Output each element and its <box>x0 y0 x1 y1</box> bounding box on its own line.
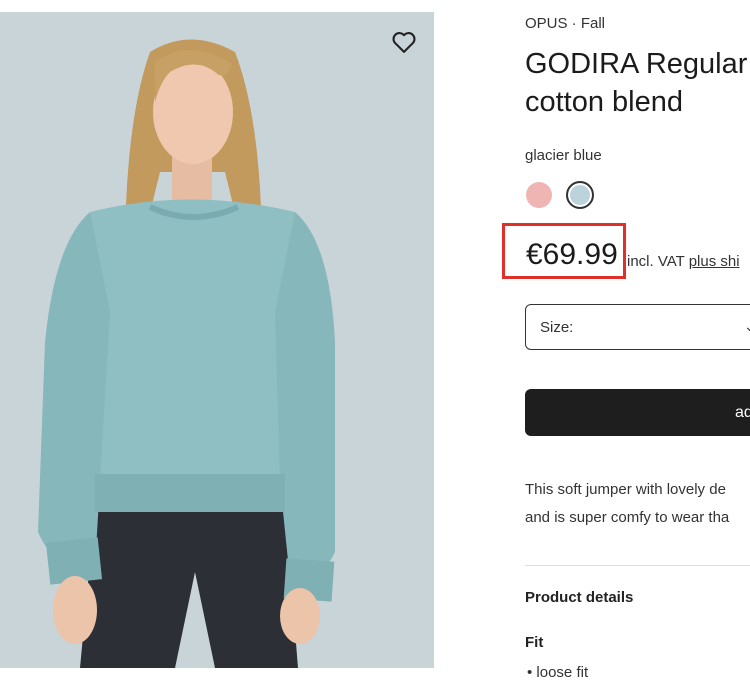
model-illustration <box>0 12 434 668</box>
product-title-line2: cotton blend <box>525 86 684 118</box>
shipping-link[interactable]: plus shi <box>689 253 740 270</box>
vat-note: incl. VAT plus shi <box>627 253 740 270</box>
add-to-cart-button[interactable]: ad <box>525 389 750 436</box>
color-swatch-glacier-blue[interactable] <box>566 181 594 209</box>
product-title-line1: GODIRA Regular <box>525 48 748 80</box>
selected-color-name: glacier blue <box>525 147 602 164</box>
size-dropdown[interactable]: Size: ⌄ <box>525 304 750 350</box>
product-details-heading[interactable]: Product details <box>525 589 633 606</box>
section-divider <box>525 565 750 566</box>
product-image[interactable] <box>0 12 434 668</box>
add-to-cart-label: ad <box>735 404 750 421</box>
brand-line[interactable]: OPUS · Fall <box>525 15 605 32</box>
fit-item: • loose fit <box>527 664 589 681</box>
fit-heading: Fit <box>525 634 544 651</box>
price-highlight-box <box>502 223 626 279</box>
description-line1: This soft jumper with lovely de <box>525 481 726 498</box>
product-description: This soft jumper with lovely de and is s… <box>525 476 729 532</box>
wishlist-button[interactable] <box>390 28 418 56</box>
vat-text: incl. VAT <box>627 253 689 270</box>
description-line2: and is super comfy to wear tha <box>525 509 730 526</box>
chevron-down-icon: ⌄ <box>744 318 750 334</box>
color-swatch-pink[interactable] <box>526 182 552 208</box>
heart-outline-icon <box>392 32 416 53</box>
size-dropdown-label: Size: <box>540 319 574 336</box>
product-title: GODIRA Regular cotton blend <box>525 45 747 121</box>
